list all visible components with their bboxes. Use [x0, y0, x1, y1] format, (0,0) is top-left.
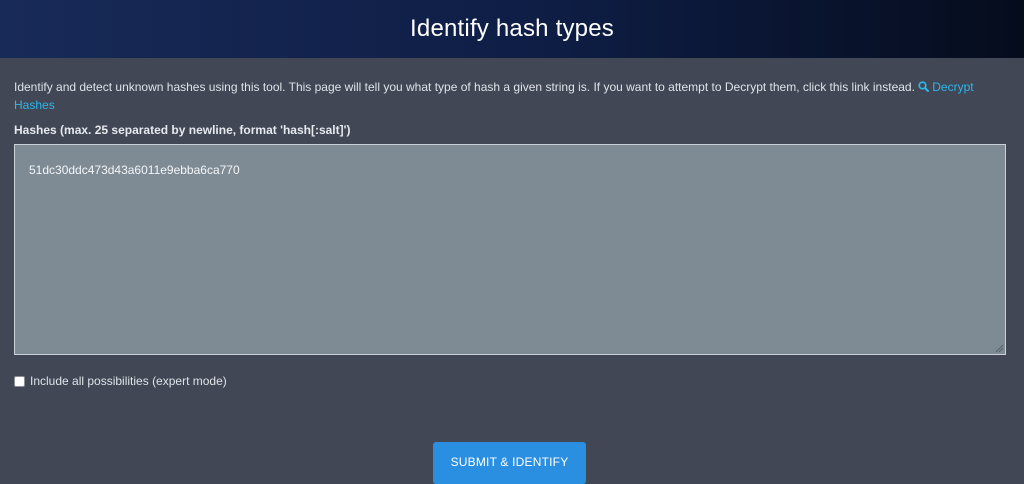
intro-text: Identify and detect unknown hashes using…	[14, 80, 915, 94]
page-header: Identify hash types	[0, 0, 1024, 58]
search-icon	[918, 81, 930, 92]
resize-grip-icon[interactable]	[995, 344, 1004, 353]
expert-mode-option[interactable]: Include all possibilities (expert mode)	[14, 374, 1010, 388]
hashes-label: Hashes (max. 25 separated by newline, fo…	[14, 123, 351, 137]
hashes-input[interactable]	[14, 144, 1006, 355]
expert-mode-label: Include all possibilities (expert mode)	[30, 374, 227, 388]
intro-paragraph: Identify and detect unknown hashes using…	[14, 78, 1004, 114]
main-content: Identify and detect unknown hashes using…	[0, 78, 1024, 388]
submit-container: SUBMIT & IDENTIFY	[433, 442, 586, 484]
expert-mode-checkbox[interactable]	[14, 375, 25, 387]
hashes-textarea-wrapper	[14, 144, 1006, 355]
page-title: Identify hash types	[410, 15, 614, 42]
submit-identify-button[interactable]: SUBMIT & IDENTIFY	[433, 442, 586, 484]
